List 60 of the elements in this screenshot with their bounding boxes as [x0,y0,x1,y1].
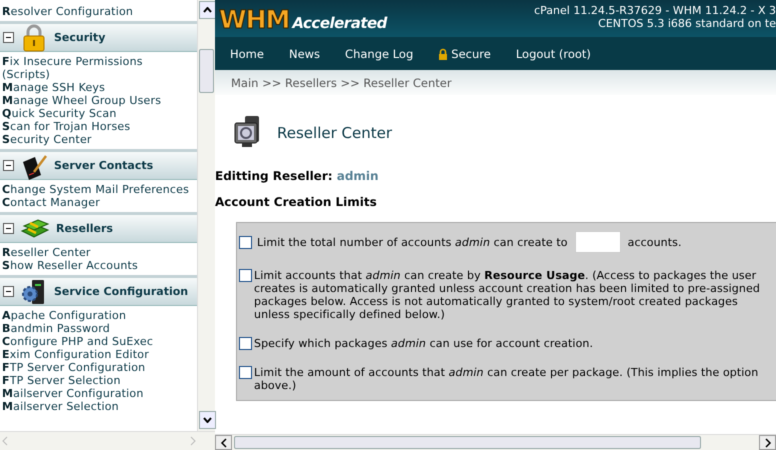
sidebar-link[interactable]: Exim Configuration Editor [2,348,193,361]
option-label: Limit accounts that admin can create by Resource Usage. (Access to packages the user creates is automatically granted unless account creation has been limited to pre-assigned packages below. Access is not automatically granted to system/root created packages unless specifically defined below.) [254,269,761,321]
editing-label: Editting Reseller: [215,169,333,183]
nav-link[interactable]: Change Log [345,46,414,60]
whm-logo: WHM Accelerated [218,4,387,34]
sidebar-link[interactable]: FTP Server Configuration [2,361,193,374]
sidebar-link[interactable]: Apache Configuration [2,309,193,322]
horizontal-scrollbar[interactable] [215,434,776,450]
sidebar-link[interactable]: Resolver Configuration [2,5,193,18]
collapse-icon[interactable] [3,32,14,43]
vertical-scrollbar[interactable] [197,0,215,431]
option-suffix: accounts. [628,236,682,248]
version-info: CENTOS 5.3 i686 standard on te [597,17,776,30]
money-stack-icon [20,216,50,240]
option-label: Limit the amount of accounts that admin can create per package. (This implies the option above.) [254,366,760,392]
sidebar-link[interactable]: Quick Security Scan [2,107,193,120]
sidebar-section-header[interactable]: Resellers [0,212,197,243]
nav-link[interactable]: Secure [438,46,491,60]
breadcrumb: Main >> Resellers >> Reseller Center [231,76,452,90]
sidebar-section-header[interactable]: Security [0,21,197,52]
nav-link[interactable]: News [288,46,320,60]
sidebar-link[interactable]: Configure PHP and SuExec [2,335,193,348]
sidebar-link[interactable]: Mailserver Selection [2,400,193,413]
sidebar-link[interactable]: Contact Manager [2,196,193,209]
collapse-icon[interactable] [3,160,14,171]
sidebar-link[interactable]: Security Center [2,133,193,146]
page-title: Reseller Center [277,124,392,142]
version-info: cPanel 11.24.5-R37629 - WHM 11.24.2 - X 3 [534,4,776,17]
caret-up-icon[interactable] [203,7,212,13]
sidebar-link[interactable]: Reseller Center [2,246,193,259]
sidebar-link[interactable]: Manage Wheel Group Users [2,94,193,107]
caret-left-icon[interactable] [220,438,228,448]
option-label: Limit the total number of accounts admin can create to [257,236,568,248]
checkbox[interactable] [239,269,252,282]
sidebar-link[interactable]: Change System Mail Preferences [2,183,193,196]
padlock-icon [438,48,448,60]
caret-right-icon[interactable] [764,438,772,448]
scrollbar-thumb[interactable] [199,49,214,93]
sidebar-section-header[interactable]: Server Contacts [0,149,197,180]
sidebar-link[interactable]: Mailserver Configuration [2,387,193,400]
sidebar-section-header[interactable]: Service Configuration [0,275,197,306]
checkbox[interactable] [239,236,252,248]
caret-down-icon[interactable] [203,417,212,423]
section-heading: Account Creation Limits [215,195,378,209]
accounts-input-field[interactable] [574,231,621,253]
nav-link[interactable]: Home [230,46,264,60]
scrollbar-thumb[interactable] [234,436,701,449]
collapse-icon[interactable] [3,286,14,297]
nav-link[interactable]: Logout (root) [516,46,591,60]
sidebar-link[interactable]: Manage SSH Keys [2,81,193,94]
option-label: Specify which packages admin can use for account creation. [254,337,594,350]
sidebar-link[interactable]: Bandmin Password [2,322,193,335]
sidebar-link[interactable]: Show Reseller Accounts [2,259,193,272]
checkbox[interactable] [239,337,252,350]
sidebar-link[interactable]: Fix Insecure Permissions (Scripts) [2,55,193,81]
sidebar-link[interactable]: Scan for Trojan Horses [2,120,193,133]
checkbox[interactable] [239,366,252,379]
sidebar-link[interactable]: FTP Server Selection [2,374,193,387]
collapse-icon[interactable] [3,223,14,234]
reseller-name: admin [336,169,379,183]
